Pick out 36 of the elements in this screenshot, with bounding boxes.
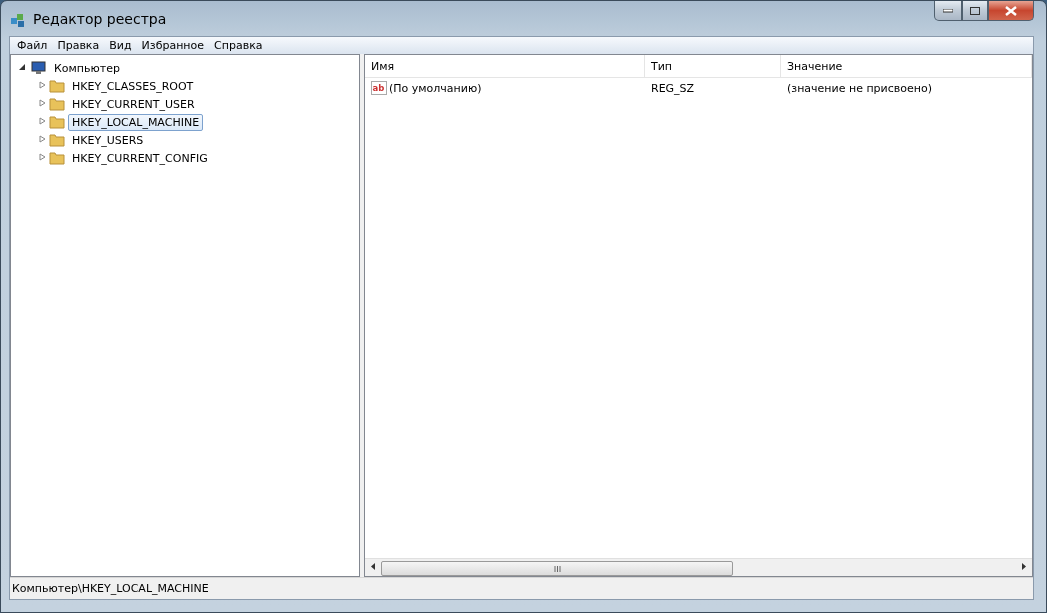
column-header[interactable]: Тип [645, 55, 781, 77]
status-bar: Компьютер\HKEY_LOCAL_MACHINE [10, 577, 1033, 599]
close-button[interactable] [988, 1, 1034, 21]
computer-icon [29, 61, 47, 75]
table-cell: (По умолчанию) [389, 81, 482, 95]
horizontal-scrollbar[interactable] [365, 558, 1032, 576]
window-title: Редактор реестра [33, 10, 167, 27]
menu-item[interactable]: Правка [52, 39, 105, 52]
menu-item[interactable]: Вид [104, 39, 137, 52]
folder-icon [49, 151, 65, 165]
scroll-right-icon[interactable] [1022, 563, 1026, 570]
folder-icon [49, 97, 65, 111]
maximize-button[interactable] [962, 1, 988, 21]
minimize-icon [943, 8, 953, 13]
tree-item[interactable]: Компьютер [50, 59, 124, 77]
scroll-left-icon[interactable] [371, 563, 375, 570]
table-cell-text: REG_SZ [650, 80, 696, 97]
close-icon [1005, 5, 1017, 16]
maximize-icon [970, 6, 980, 15]
minimize-button[interactable] [934, 1, 962, 21]
string-value-icon: ab [371, 81, 387, 95]
menu-item[interactable]: Справка [209, 39, 268, 52]
folder-icon [49, 133, 65, 147]
folder-icon [49, 79, 65, 93]
tree-item[interactable]: HKEY_CURRENT_USER [68, 95, 199, 113]
table-cell-text: (значение не присвоено) [786, 80, 933, 97]
tree-item[interactable]: HKEY_LOCAL_MACHINE [68, 113, 204, 131]
column-header[interactable]: Значение [781, 55, 1032, 77]
menu-item[interactable]: Избранное [136, 39, 210, 52]
tree-item[interactable]: HKEY_CLASSES_ROOT [68, 77, 198, 95]
scroll-thumb[interactable] [381, 561, 733, 576]
menu-item[interactable]: Файл [12, 39, 53, 52]
column-header[interactable]: Имя [365, 55, 645, 77]
folder-icon [49, 115, 65, 129]
tree-item[interactable]: HKEY_CURRENT_CONFIG [68, 149, 212, 167]
tree-item[interactable]: HKEY_USERS [68, 131, 148, 149]
